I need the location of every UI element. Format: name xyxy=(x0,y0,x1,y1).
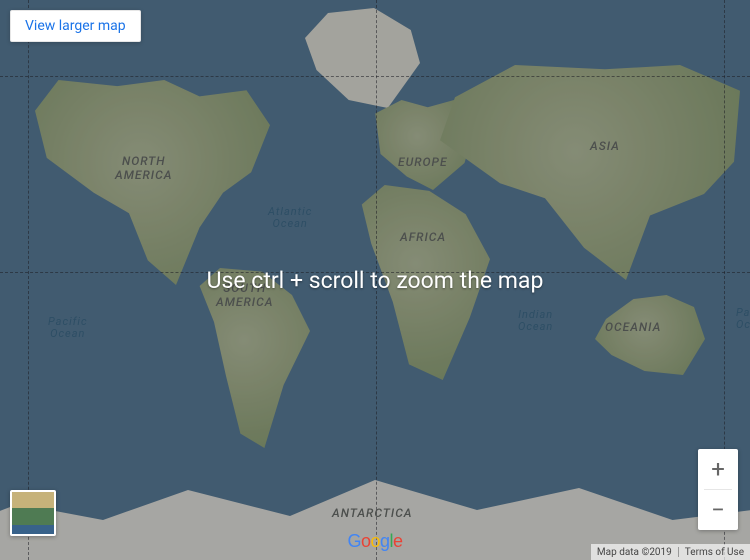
map-gridline xyxy=(0,76,750,77)
minimap-thumbnail[interactable] xyxy=(10,490,56,536)
zoom-controls: + − xyxy=(698,449,738,530)
label-asia: ASIA xyxy=(590,139,620,153)
landmass-asia xyxy=(440,65,740,280)
map-gridline xyxy=(28,0,29,560)
map-gridline xyxy=(376,0,377,560)
label-pacific-ocean: PacificOcean xyxy=(48,316,88,340)
map-attribution: Map data ©2019 xyxy=(591,545,678,560)
label-africa: AFRICA xyxy=(400,230,446,244)
terms-of-use-link[interactable]: Terms of Use xyxy=(679,545,750,560)
label-oceania: OCEANIA xyxy=(605,320,661,334)
google-logo: Google xyxy=(347,531,402,552)
label-atlantic-ocean: AtlanticOcean xyxy=(268,206,312,230)
map-canvas[interactable]: NORTHAMERICA SOUTHAMERICA EUROPE AFRICA … xyxy=(0,0,750,560)
zoom-in-button[interactable]: + xyxy=(698,449,738,489)
map-footer: Map data ©2019 Terms of Use xyxy=(591,544,750,560)
zoom-out-button[interactable]: − xyxy=(698,490,738,530)
landmass-greenland xyxy=(305,8,420,108)
label-pacific-ocean-edge: Oc xyxy=(736,318,750,331)
view-larger-map-button[interactable]: View larger map xyxy=(10,10,141,42)
landmass-oceania xyxy=(595,295,705,375)
label-europe: EUROPE xyxy=(398,155,448,169)
label-north-america: NORTHAMERICA xyxy=(115,155,172,183)
minus-icon: − xyxy=(711,496,725,524)
label-south-america: SOUTHAMERICA xyxy=(216,282,273,310)
label-antarctica: ANTARCTICA xyxy=(332,506,413,520)
plus-icon: + xyxy=(711,455,725,483)
map-gridline xyxy=(0,272,750,273)
label-indian-ocean: IndianOcean xyxy=(518,309,553,333)
